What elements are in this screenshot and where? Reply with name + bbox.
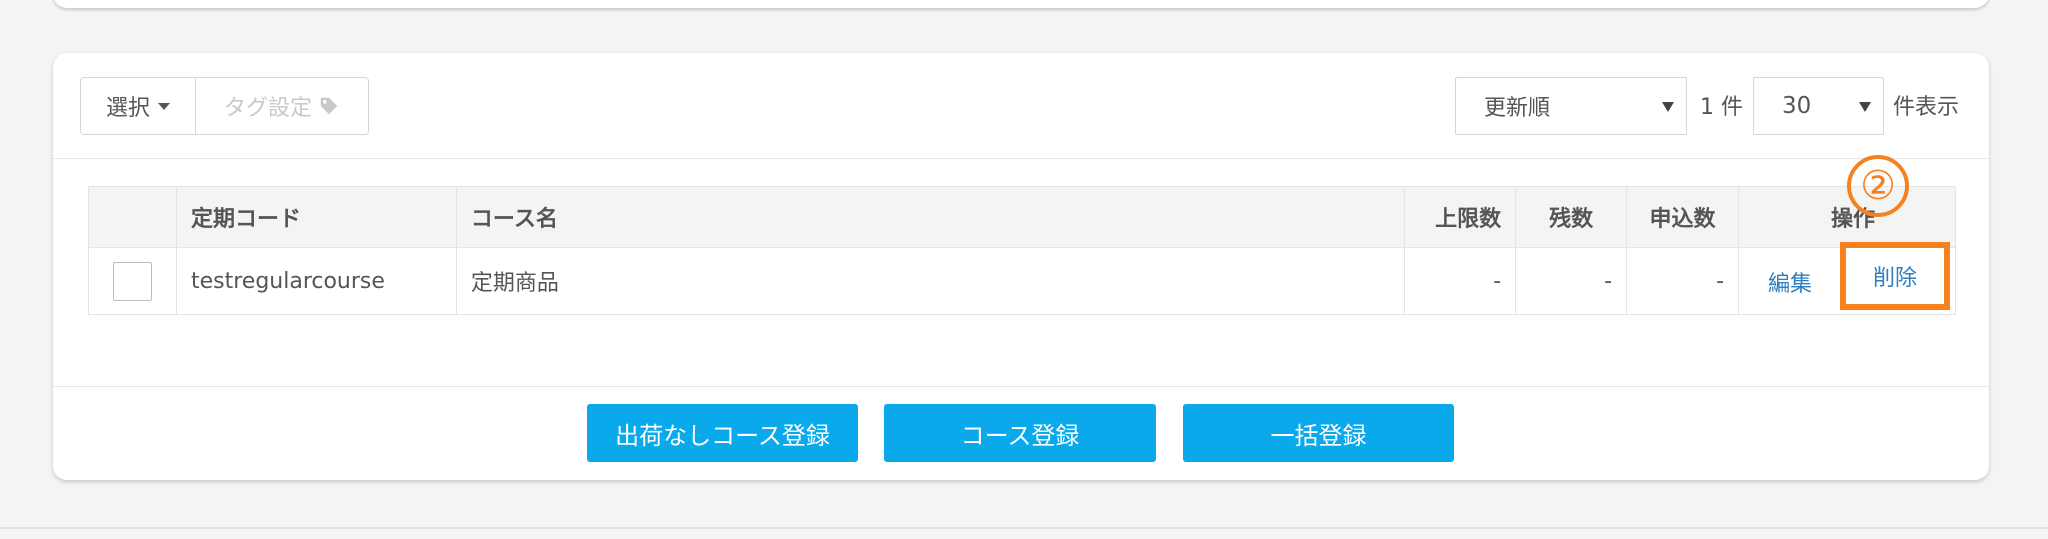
per-page-select[interactable]: 30 xyxy=(1753,77,1884,135)
page-bottom-border xyxy=(0,527,2048,529)
dropdown-arrow-icon xyxy=(1662,102,1674,112)
row-code: testregularcourse xyxy=(175,247,457,315)
bulk-register-button[interactable]: 一括登録 xyxy=(1183,404,1454,462)
header-limit: 上限数 xyxy=(1404,186,1517,248)
row-checkbox-cell xyxy=(88,247,177,315)
row-limit: - xyxy=(1404,247,1517,315)
toolbar-divider xyxy=(53,158,1989,159)
delete-link[interactable]: 削除 xyxy=(1873,260,1917,292)
upper-panel xyxy=(53,0,1989,8)
delete-highlight-box: 削除 xyxy=(1840,242,1951,310)
header-checkbox-cell xyxy=(88,186,177,248)
edit-link[interactable]: 編集 xyxy=(1768,266,1812,298)
sort-order-select[interactable]: 更新順 xyxy=(1455,77,1687,135)
row-remaining: - xyxy=(1515,247,1628,315)
result-count: 1 件 xyxy=(1700,95,1743,120)
dropdown-arrow-icon xyxy=(1859,102,1871,112)
table-row: testregularcourse 定期商品 - - - 編集 削除 xyxy=(88,242,1956,315)
row-applied: - xyxy=(1626,247,1740,315)
caret-down-icon xyxy=(158,102,170,110)
sort-order-value: 更新順 xyxy=(1484,96,1551,121)
footer-divider xyxy=(53,386,1989,387)
per-page-suffix: 件表示 xyxy=(1893,95,1960,120)
course-register-button[interactable]: コース登録 xyxy=(884,404,1156,462)
row-course-name: 定期商品 xyxy=(455,247,1406,315)
select-dropdown-button[interactable]: 選択 xyxy=(81,78,196,134)
table-header-row: 定期コード コース名 上限数 残数 申込数 操作 xyxy=(88,186,1956,248)
course-list-panel: 選択 タグ設定 更新順 1 件 30 件表示 定期コード コース名 上限数 残数… xyxy=(53,53,1989,480)
tag-settings-label: タグ設定 xyxy=(223,96,312,121)
select-button-label: 選択 xyxy=(105,96,150,121)
header-course-name: コース名 xyxy=(455,186,1406,248)
no-shipping-course-register-button[interactable]: 出荷なしコース登録 xyxy=(587,404,858,462)
header-code: 定期コード xyxy=(175,186,457,248)
per-page-value: 30 xyxy=(1782,93,1812,119)
header-remaining: 残数 xyxy=(1515,186,1628,248)
course-table: 定期コード コース名 上限数 残数 申込数 操作 testregularcour… xyxy=(88,186,1956,315)
tag-icon xyxy=(320,97,338,115)
bulk-action-button-group: 選択 タグ設定 xyxy=(80,77,369,135)
tag-settings-button[interactable]: タグ設定 xyxy=(196,78,368,134)
row-operations: 編集 削除 xyxy=(1738,242,1956,315)
step-two-annotation: ② xyxy=(1847,155,1909,217)
header-operations: 操作 xyxy=(1738,186,1956,248)
row-checkbox[interactable] xyxy=(112,261,152,301)
header-applied: 申込数 xyxy=(1626,186,1740,248)
